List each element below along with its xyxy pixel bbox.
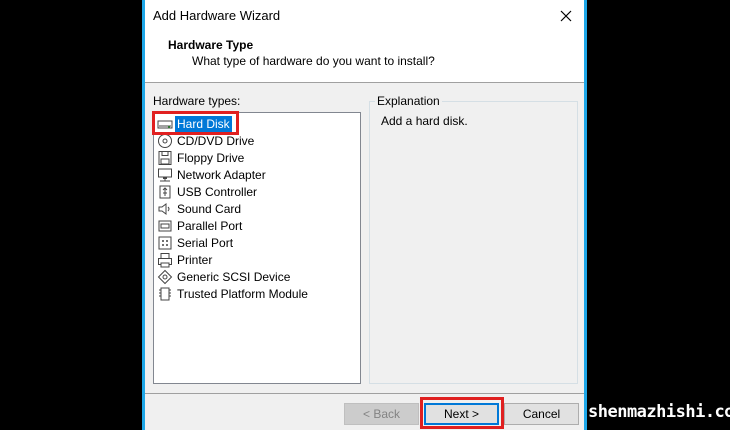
- list-item[interactable]: Serial Port: [157, 235, 235, 251]
- list-item[interactable]: Hard Disk: [157, 116, 232, 132]
- list-item-label: Serial Port: [177, 236, 234, 250]
- close-icon: [560, 10, 572, 22]
- sound-card-icon: [157, 201, 173, 217]
- footer-divider: [145, 393, 584, 394]
- list-item-label: Parallel Port: [177, 219, 243, 233]
- hard-disk-icon: [157, 116, 173, 132]
- list-item-label: Floppy Drive: [177, 151, 245, 165]
- add-hardware-dialog: Add Hardware Wizard Hardware Type What t…: [144, 0, 585, 430]
- list-item-label: Generic SCSI Device: [177, 270, 291, 284]
- page-subtitle: What type of hardware do you want to ins…: [192, 54, 435, 68]
- parallel-port-icon: [157, 218, 173, 234]
- hardware-types-label: Hardware types:: [153, 94, 241, 108]
- list-item[interactable]: Network Adapter: [157, 167, 268, 183]
- scsi-device-icon: [157, 269, 173, 285]
- page-title: Hardware Type: [168, 38, 254, 52]
- wizard-header: Hardware Type What type of hardware do y…: [145, 32, 584, 83]
- list-item-label: Hard Disk: [175, 116, 232, 132]
- list-item[interactable]: Floppy Drive: [157, 150, 246, 166]
- list-item[interactable]: Trusted Platform Module: [157, 286, 310, 302]
- watermark: shenmazhishi.com: [588, 402, 730, 422]
- tpm-icon: [157, 286, 173, 302]
- cd-dvd-drive-icon: [157, 133, 173, 149]
- list-item[interactable]: USB Controller: [157, 184, 259, 200]
- explanation-legend: Explanation: [375, 94, 442, 108]
- close-button[interactable]: [554, 4, 578, 28]
- usb-controller-icon: [157, 184, 173, 200]
- window-title: Add Hardware Wizard: [153, 8, 281, 23]
- list-item[interactable]: Sound Card: [157, 201, 243, 217]
- list-item-label: Network Adapter: [177, 168, 266, 182]
- back-button[interactable]: < Back: [344, 403, 419, 425]
- network-adapter-icon: [157, 167, 173, 183]
- list-item-label: USB Controller: [177, 185, 258, 199]
- list-item[interactable]: CD/DVD Drive: [157, 133, 256, 149]
- floppy-drive-icon: [157, 150, 173, 166]
- title-bar: Add Hardware Wizard: [145, 0, 584, 32]
- list-item-label: CD/DVD Drive: [177, 134, 255, 148]
- cancel-button[interactable]: Cancel: [504, 403, 579, 425]
- explanation-text: Add a hard disk.: [381, 114, 468, 128]
- list-item-label: Printer: [177, 253, 213, 267]
- next-button[interactable]: Next >: [424, 403, 499, 425]
- list-item-label: Trusted Platform Module: [177, 287, 308, 301]
- list-item[interactable]: Printer: [157, 252, 214, 268]
- list-item[interactable]: Parallel Port: [157, 218, 244, 234]
- list-item[interactable]: Generic SCSI Device: [157, 269, 292, 285]
- explanation-group: [369, 101, 578, 384]
- printer-icon: [157, 252, 173, 268]
- window-edge-right: [585, 0, 587, 430]
- list-item-label: Sound Card: [177, 202, 242, 216]
- serial-port-icon: [157, 235, 173, 251]
- hardware-types-list[interactable]: Hard Disk CD/DVD Drive Floppy Drive Network…: [153, 112, 361, 384]
